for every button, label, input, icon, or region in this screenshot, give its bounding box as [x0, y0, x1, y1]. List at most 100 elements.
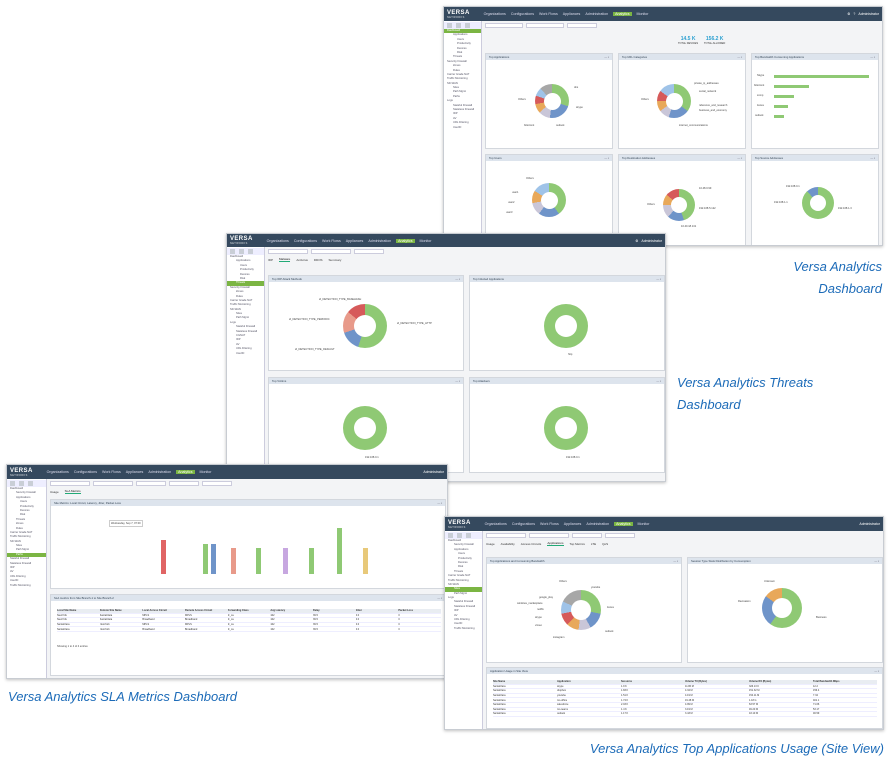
sidebar-item-userid[interactable]: UserID — [227, 352, 264, 356]
user-icon[interactable] — [28, 481, 33, 486]
help-icon[interactable]: ? — [853, 12, 855, 16]
nav-workflows[interactable]: Work Flows — [539, 12, 558, 16]
nav-organizations[interactable]: Organizations — [484, 12, 506, 16]
org-select[interactable] — [485, 23, 523, 28]
time-select[interactable] — [572, 533, 602, 538]
nav-organizations[interactable]: Organizations — [485, 522, 507, 526]
expand-icon[interactable] — [456, 23, 461, 28]
nav-organizations[interactable]: Organizations — [267, 239, 289, 243]
sidebar-item-traffic-log[interactable]: Traffic Monitoring — [445, 627, 482, 631]
nav-configurations[interactable]: Configurations — [511, 12, 534, 16]
sidebar-item-traffic-log[interactable]: Traffic Monitoring — [7, 584, 46, 588]
tab-usage[interactable]: Usage — [486, 542, 495, 546]
nav-monitor[interactable]: Monitor — [420, 239, 432, 243]
col-header[interactable]: Forwarding Class — [228, 609, 271, 612]
nav-appliances[interactable]: Appliances — [563, 12, 581, 16]
tab-sla-metrics[interactable]: SLA Metrics — [64, 489, 81, 494]
main-nav[interactable]: Organizations Configurations Work Flows … — [485, 522, 650, 526]
nav-analytics[interactable]: Analytics — [176, 470, 195, 474]
tab-qos[interactable]: QoS — [602, 542, 608, 546]
filter-bar[interactable] — [265, 247, 665, 256]
col-header[interactable]: Site Name — [493, 680, 557, 683]
nav-analytics[interactable]: Analytics — [614, 522, 633, 526]
nav-administration[interactable]: Administration — [586, 522, 609, 526]
tab-ddos[interactable]: DDOS — [314, 258, 323, 262]
tab-access-circuits[interactable]: Access Circuits — [521, 542, 542, 546]
user-menu[interactable]: Administrator — [641, 239, 662, 243]
grid-icon[interactable] — [447, 23, 452, 28]
sidebar-tools[interactable] — [7, 480, 46, 487]
nav-configurations[interactable]: Configurations — [512, 522, 535, 526]
col-header[interactable]: Remote Access Circuit — [185, 609, 228, 612]
user-menu[interactable]: Administrator — [423, 470, 444, 474]
col-header[interactable]: Total Bandwidth Mbps — [813, 680, 877, 683]
col-header[interactable]: Sessions — [621, 680, 685, 683]
col-header[interactable]: Local Access Circuit — [142, 609, 185, 612]
nav-workflows[interactable]: Work Flows — [102, 470, 121, 474]
nav-administration[interactable]: Administration — [368, 239, 391, 243]
nav-analytics[interactable]: Analytics — [613, 12, 632, 16]
tab-malware[interactable]: Malware — [279, 257, 291, 262]
circuit-select[interactable] — [605, 533, 635, 538]
nav-appliances[interactable]: Appliances — [346, 239, 364, 243]
grid-icon[interactable] — [448, 533, 453, 538]
col-header[interactable]: Packet Loss — [398, 609, 441, 612]
nav-configurations[interactable]: Configurations — [74, 470, 97, 474]
nav-monitor[interactable]: Monitor — [200, 470, 212, 474]
nav-workflows[interactable]: Work Flows — [540, 522, 559, 526]
sidebar-tools[interactable] — [227, 248, 264, 255]
user-icon[interactable] — [248, 249, 253, 254]
col-header[interactable]: Jitter — [356, 609, 399, 612]
main-nav[interactable]: Organizations Configurations Work Flows … — [484, 12, 649, 16]
col-header[interactable]: Application — [557, 680, 621, 683]
circuit-select[interactable] — [169, 481, 199, 486]
tab-summary[interactable]: Summary — [329, 258, 342, 262]
site-select[interactable] — [526, 23, 564, 28]
tab-applications[interactable]: Applications — [547, 541, 564, 546]
tab-availability[interactable]: Availability — [501, 542, 515, 546]
tab-lte[interactable]: LTE — [591, 542, 596, 546]
site-select[interactable] — [93, 481, 133, 486]
filter-bar[interactable] — [483, 531, 883, 540]
tab-top-metrics[interactable]: Top Metrics — [570, 542, 585, 546]
sidebar-item-userid[interactable]: UserID — [444, 126, 481, 130]
sidebar-tools[interactable] — [444, 22, 481, 29]
main-nav[interactable]: Organizations Configurations Work Flows … — [47, 470, 212, 474]
col-header[interactable]: Remote Site Name — [100, 609, 143, 612]
nav-monitor[interactable]: Monitor — [638, 522, 650, 526]
user-icon[interactable] — [466, 533, 471, 538]
nav-organizations[interactable]: Organizations — [47, 470, 69, 474]
col-header[interactable]: Avg Latency — [270, 609, 313, 612]
nav-appliances[interactable]: Appliances — [126, 470, 144, 474]
nav-configurations[interactable]: Configurations — [294, 239, 317, 243]
time-select[interactable] — [136, 481, 166, 486]
user-menu[interactable]: Administrator — [859, 522, 880, 526]
nav-analytics[interactable]: Analytics — [396, 238, 415, 243]
nav-administration[interactable]: Administration — [585, 12, 608, 16]
settings-icon[interactable]: ⚙ — [847, 12, 850, 16]
col-header[interactable]: Delay — [313, 609, 356, 612]
main-nav[interactable]: Organizations Configurations Work Flows … — [267, 238, 432, 243]
site-select[interactable] — [529, 533, 569, 538]
org-select[interactable] — [50, 481, 90, 486]
grid-icon[interactable] — [10, 481, 15, 486]
filter-bar[interactable] — [482, 21, 882, 30]
apps-tabs[interactable]: Usage Availability Access Circuits Appli… — [483, 540, 883, 547]
expand-icon[interactable] — [239, 249, 244, 254]
time-select[interactable] — [354, 249, 384, 254]
time-select[interactable] — [567, 23, 597, 28]
site-select[interactable] — [311, 249, 351, 254]
org-select[interactable] — [486, 533, 526, 538]
col-header[interactable]: Volume TX (Bytes) — [685, 680, 749, 683]
class-select[interactable] — [202, 481, 232, 486]
table-row[interactable]: SantaClara outlook 1.17 K 3.43 M 43.10 M 46.5… — [493, 712, 877, 717]
nav-appliances[interactable]: Appliances — [564, 522, 582, 526]
user-icon[interactable] — [465, 23, 470, 28]
org-select[interactable] — [268, 249, 308, 254]
tab-usage[interactable]: Usage — [50, 490, 59, 494]
expand-icon[interactable] — [457, 533, 462, 538]
settings-icon[interactable]: ⚙ — [635, 239, 638, 243]
expand-icon[interactable] — [19, 481, 24, 486]
grid-icon[interactable] — [230, 249, 235, 254]
threat-tabs[interactable]: IDP Malware Antivirus DDOS Summary — [265, 256, 665, 263]
